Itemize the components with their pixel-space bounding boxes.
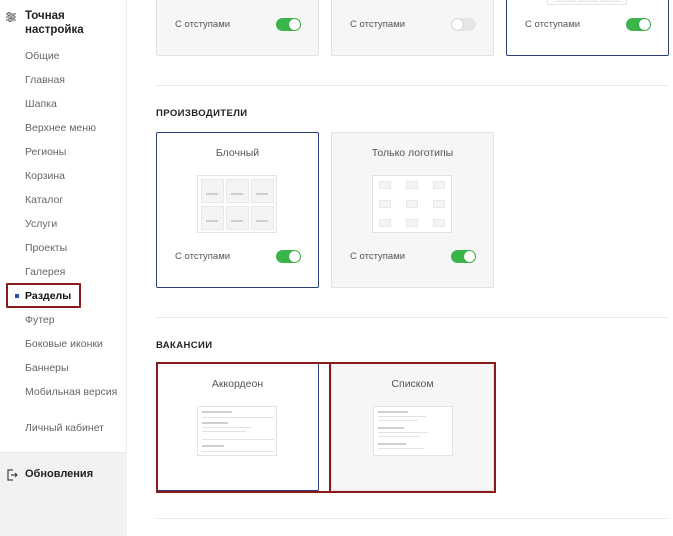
logos-layout-preview [372,175,452,233]
sidebar-item-projects[interactable]: Проекты [25,242,121,254]
preview-cell [201,179,224,203]
sidebar-item-gallery[interactable]: Галерея [25,266,121,278]
sidebar-item-header[interactable]: Шапка [25,98,121,110]
manufacturers-card-block[interactable]: Блочный С отступами [156,132,319,288]
preview-logo [406,181,418,189]
exit-icon [7,469,18,481]
toggle-label: С отступами [350,251,406,262]
preview-bar [256,220,268,222]
preview-logo [433,181,445,189]
preview-cell [556,0,576,2]
padding-toggle[interactable] [276,18,301,31]
section-title-manufacturers: ПРОИЗВОДИТЕЛИ [156,108,248,119]
section-title-vacancies: ВАКАНСИИ [156,340,213,351]
updates-label: Обновления [25,468,94,480]
sidebar-item-banners[interactable]: Баннеры [25,362,121,374]
vacancies-highlight-box [156,362,496,493]
sidebar: Точная настройка Общие Главная Шапка Вер… [0,0,127,536]
sidebar-title: Точная настройка [25,10,84,36]
preview-logo [379,181,391,189]
top-card-2[interactable]: С отступами [331,0,494,56]
sidebar-item-main[interactable]: Главная [25,74,121,86]
sidebar-item-catalog[interactable]: Каталог [25,194,121,206]
section-divider [156,317,668,318]
preview-cell [251,206,274,230]
sidebar-item-regions[interactable]: Регионы [25,146,121,158]
active-item-marker [15,294,19,298]
block-layout-preview [197,175,277,233]
toggle-label: С отступами [525,19,581,30]
section-divider [156,85,668,86]
preview-bar [206,220,218,222]
preview-bar [231,220,243,222]
card-title: Только логотипы [371,147,454,159]
sidebar-item-account[interactable]: Личный кабинет [25,422,121,434]
preview-cell [578,0,598,2]
manufacturers-card-logos[interactable]: Только логотипы С отступами [331,132,494,288]
sidebar-item-general[interactable]: Общие [25,50,121,62]
section-divider [156,518,668,519]
card-title: Блочный [215,147,260,159]
sidebar-item-mobile[interactable]: Мобильная версия [25,386,121,398]
sidebar-item-footer[interactable]: Футер [25,314,121,326]
layout-preview [547,0,627,5]
preview-bar [231,193,243,195]
padding-toggle[interactable] [626,18,651,31]
preview-cell [600,0,620,2]
preview-bar [256,193,268,195]
sliders-icon [6,12,16,22]
preview-logo [379,219,391,227]
padding-toggle[interactable] [276,250,301,263]
preview-logo [433,200,445,208]
sidebar-item-side-icons[interactable]: Боковые иконки [25,338,121,350]
top-card-1[interactable]: С отступами [156,0,319,56]
page: Точная настройка Общие Главная Шапка Вер… [0,0,673,536]
toggle-label: С отступами [175,251,231,262]
sidebar-item-cart[interactable]: Корзина [25,170,121,182]
preview-cell [226,179,249,203]
preview-logo [406,200,418,208]
preview-logo [379,200,391,208]
preview-cell [226,206,249,230]
padding-toggle[interactable] [451,250,476,263]
sidebar-item-sections[interactable]: Разделы [25,290,121,302]
preview-cell [201,206,224,230]
vacancies-highlight-divider [329,362,331,493]
preview-logo [406,219,418,227]
preview-bar [206,193,218,195]
preview-cell [251,179,274,203]
padding-toggle[interactable] [451,18,476,31]
top-card-3[interactable]: С отступами [506,0,669,56]
toggle-label: С отступами [350,19,406,30]
main-content: С отступами С отступами С отступами ПРОИ… [127,0,673,536]
sidebar-item-services[interactable]: Услуги [25,218,121,230]
sidebar-item-top-menu[interactable]: Верхнее меню [25,122,121,134]
toggle-label: С отступами [175,19,231,30]
updates-panel[interactable]: Обновления [0,452,127,536]
preview-logo [433,219,445,227]
